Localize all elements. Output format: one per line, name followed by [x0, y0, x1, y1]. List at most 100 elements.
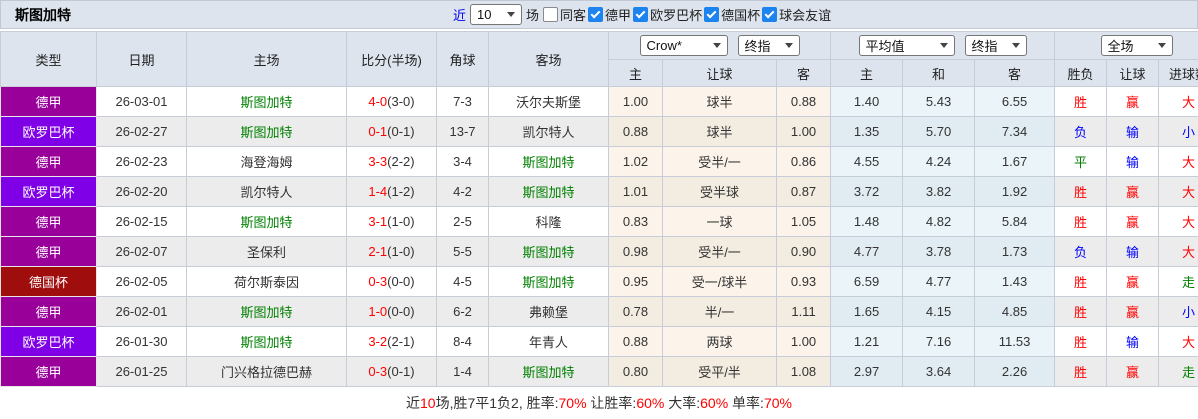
- avg-draw-odds: 4.77: [902, 266, 976, 297]
- odds-company-select[interactable]: Crow*: [639, 35, 728, 56]
- handicap-result-badge: 输: [1106, 146, 1160, 177]
- ah-home-odds: 1.01: [608, 176, 663, 207]
- ah-line: 一球: [662, 206, 777, 237]
- chevron-down-icon: [1011, 43, 1020, 48]
- match-date: 26-03-01: [96, 86, 187, 117]
- league-badge: 欧罗巴杯: [0, 116, 97, 147]
- ah-away-odds: 1.08: [775, 356, 832, 387]
- filter-checkbox[interactable]: [633, 7, 649, 22]
- summary-segment: 70%: [558, 395, 587, 411]
- corners: 8-4: [436, 326, 489, 357]
- avg-home-odds: 4.77: [830, 236, 904, 267]
- filter-checkbox[interactable]: [543, 7, 559, 22]
- ah-away-odds: 0.93: [775, 266, 832, 297]
- recent-count-select[interactable]: 10: [470, 4, 523, 25]
- match-history-panel: 斯图加特 近 10 场 同客 德甲 欧罗巴杯 德国杯 球会友谊 类型 日期 主场…: [0, 0, 1198, 419]
- ah-away-odds: 0.90: [775, 236, 832, 267]
- goals-result-badge: 大: [1158, 326, 1198, 357]
- odds-company-group: Crow* 终指: [607, 31, 832, 60]
- match-date: 26-02-15: [96, 206, 187, 237]
- home-team: 荷尔斯泰因: [186, 266, 347, 297]
- goals-result-badge: 小: [1158, 296, 1198, 327]
- scope-value: 全场: [1107, 39, 1134, 54]
- score-halftime: 4-0(3-0): [346, 86, 437, 117]
- away-team: 年青人: [488, 326, 609, 357]
- league-badge: 德甲: [0, 236, 97, 267]
- ah-away-odds: 1.05: [775, 206, 832, 237]
- home-team: 门兴格拉德巴赫: [186, 356, 347, 387]
- ah-home-odds: 0.83: [608, 206, 663, 237]
- table-row: 德甲 26-03-01 斯图加特 4-0(3-0) 7-3 沃尔夫斯堡 1.00 球半 0.88…: [0, 86, 1198, 117]
- score-halftime: 0-3(0-0): [346, 266, 437, 297]
- match-date: 26-01-30: [96, 326, 187, 357]
- avg-away-odds: 6.55: [974, 86, 1056, 117]
- avg-draw-odds: 5.43: [902, 86, 976, 117]
- table-row: 德甲 26-02-15 斯图加特 3-1(1-0) 2-5 科隆 0.83 一球 1.05 1.4…: [0, 206, 1198, 237]
- score-halftime: 2-1(1-0): [346, 236, 437, 267]
- col-header-type: 类型: [0, 31, 97, 87]
- handicap-result-badge: 赢: [1106, 296, 1160, 327]
- summary-segment: 10: [420, 395, 436, 411]
- ah-away-odds: 1.11: [775, 296, 832, 327]
- corners: 4-5: [436, 266, 489, 297]
- avg-away-odds: 7.34: [974, 116, 1056, 147]
- avg-draw-odds: 5.70: [902, 116, 976, 147]
- ah-home-odds: 1.02: [608, 146, 663, 177]
- ah-line: 受半球: [662, 176, 777, 207]
- corners: 1-4: [436, 356, 489, 387]
- home-team: 斯图加特: [186, 326, 347, 357]
- table-row: 欧罗巴杯 26-02-27 斯图加特 0-1(0-1) 13-7 凯尔特人 0.88 球半 1.…: [0, 116, 1198, 147]
- average-odds-group: 平均值 终指: [830, 31, 1056, 60]
- avg-draw-odds: 4.24: [902, 146, 976, 177]
- goals-result-badge: 大: [1158, 206, 1198, 237]
- avg-home-odds: 3.72: [830, 176, 904, 207]
- goals-result-badge: 小: [1158, 116, 1198, 147]
- corners: 13-7: [436, 116, 489, 147]
- ah-away-odds: 1.00: [775, 116, 832, 147]
- score-halftime: 0-1(0-1): [346, 116, 437, 147]
- ah-home-odds: 0.88: [608, 326, 663, 357]
- result-badge: 胜: [1054, 176, 1108, 207]
- ah-home-odds: 1.00: [608, 86, 663, 117]
- filter-label: 欧罗巴杯: [650, 8, 703, 23]
- average-select[interactable]: 平均值: [858, 35, 955, 56]
- games-label: 场: [526, 8, 540, 23]
- avg-away-odds: 11.53: [974, 326, 1056, 357]
- home-team: 海登海姆: [186, 146, 347, 177]
- avg-home-odds: 1.40: [830, 86, 904, 117]
- col-header-corners: 角球: [436, 31, 489, 87]
- average-stage-select[interactable]: 终指: [964, 35, 1027, 56]
- match-date: 26-01-25: [96, 356, 187, 387]
- goals-result-badge: 大: [1158, 176, 1198, 207]
- home-team: 斯图加特: [186, 206, 347, 237]
- table-row: 德国杯 26-02-05 荷尔斯泰因 0-3(0-0) 4-5 斯图加特 0.95 受一/球半…: [0, 266, 1198, 297]
- league-badge: 德甲: [0, 296, 97, 327]
- ah-home-odds: 0.78: [608, 296, 663, 327]
- subheader-ah-away: 客: [775, 59, 832, 87]
- scope-select[interactable]: 全场: [1100, 35, 1173, 56]
- result-badge: 平: [1054, 146, 1108, 177]
- matches-table: 类型 日期 主场 比分(半场) 角球 客场 Crow* 终指 平均值 终指 全场…: [0, 31, 1198, 387]
- avg-away-odds: 2.26: [974, 356, 1056, 387]
- ah-home-odds: 0.95: [608, 266, 663, 297]
- league-badge: 德甲: [0, 356, 97, 387]
- avg-away-odds: 1.73: [974, 236, 1056, 267]
- subheader-result: 胜负: [1054, 59, 1108, 87]
- matches-table-wrap: 类型 日期 主场 比分(半场) 角球 客场 Crow* 终指 平均值 终指 全场…: [0, 31, 1198, 387]
- odds-stage-value: 终指: [744, 39, 771, 54]
- goals-result-badge: 大: [1158, 146, 1198, 177]
- score-halftime: 1-4(1-2): [346, 176, 437, 207]
- filter-checkbox[interactable]: [762, 7, 778, 22]
- summary-text: 近10场,胜7平1负2, 胜率:70% 让胜率:60% 大率:60% 单率:70…: [406, 393, 792, 413]
- away-team: 斯图加特: [488, 146, 609, 177]
- filter-checkbox[interactable]: [704, 7, 720, 22]
- avg-draw-odds: 4.15: [902, 296, 976, 327]
- odds-stage-select[interactable]: 终指: [737, 35, 800, 56]
- subheader-avg-draw: 和: [902, 59, 976, 87]
- avg-draw-odds: 3.64: [902, 356, 976, 387]
- corners: 3-4: [436, 146, 489, 177]
- ah-line: 球半: [662, 86, 777, 117]
- handicap-result-badge: 输: [1106, 236, 1160, 267]
- match-date: 26-02-07: [96, 236, 187, 267]
- filter-checkbox[interactable]: [588, 7, 604, 22]
